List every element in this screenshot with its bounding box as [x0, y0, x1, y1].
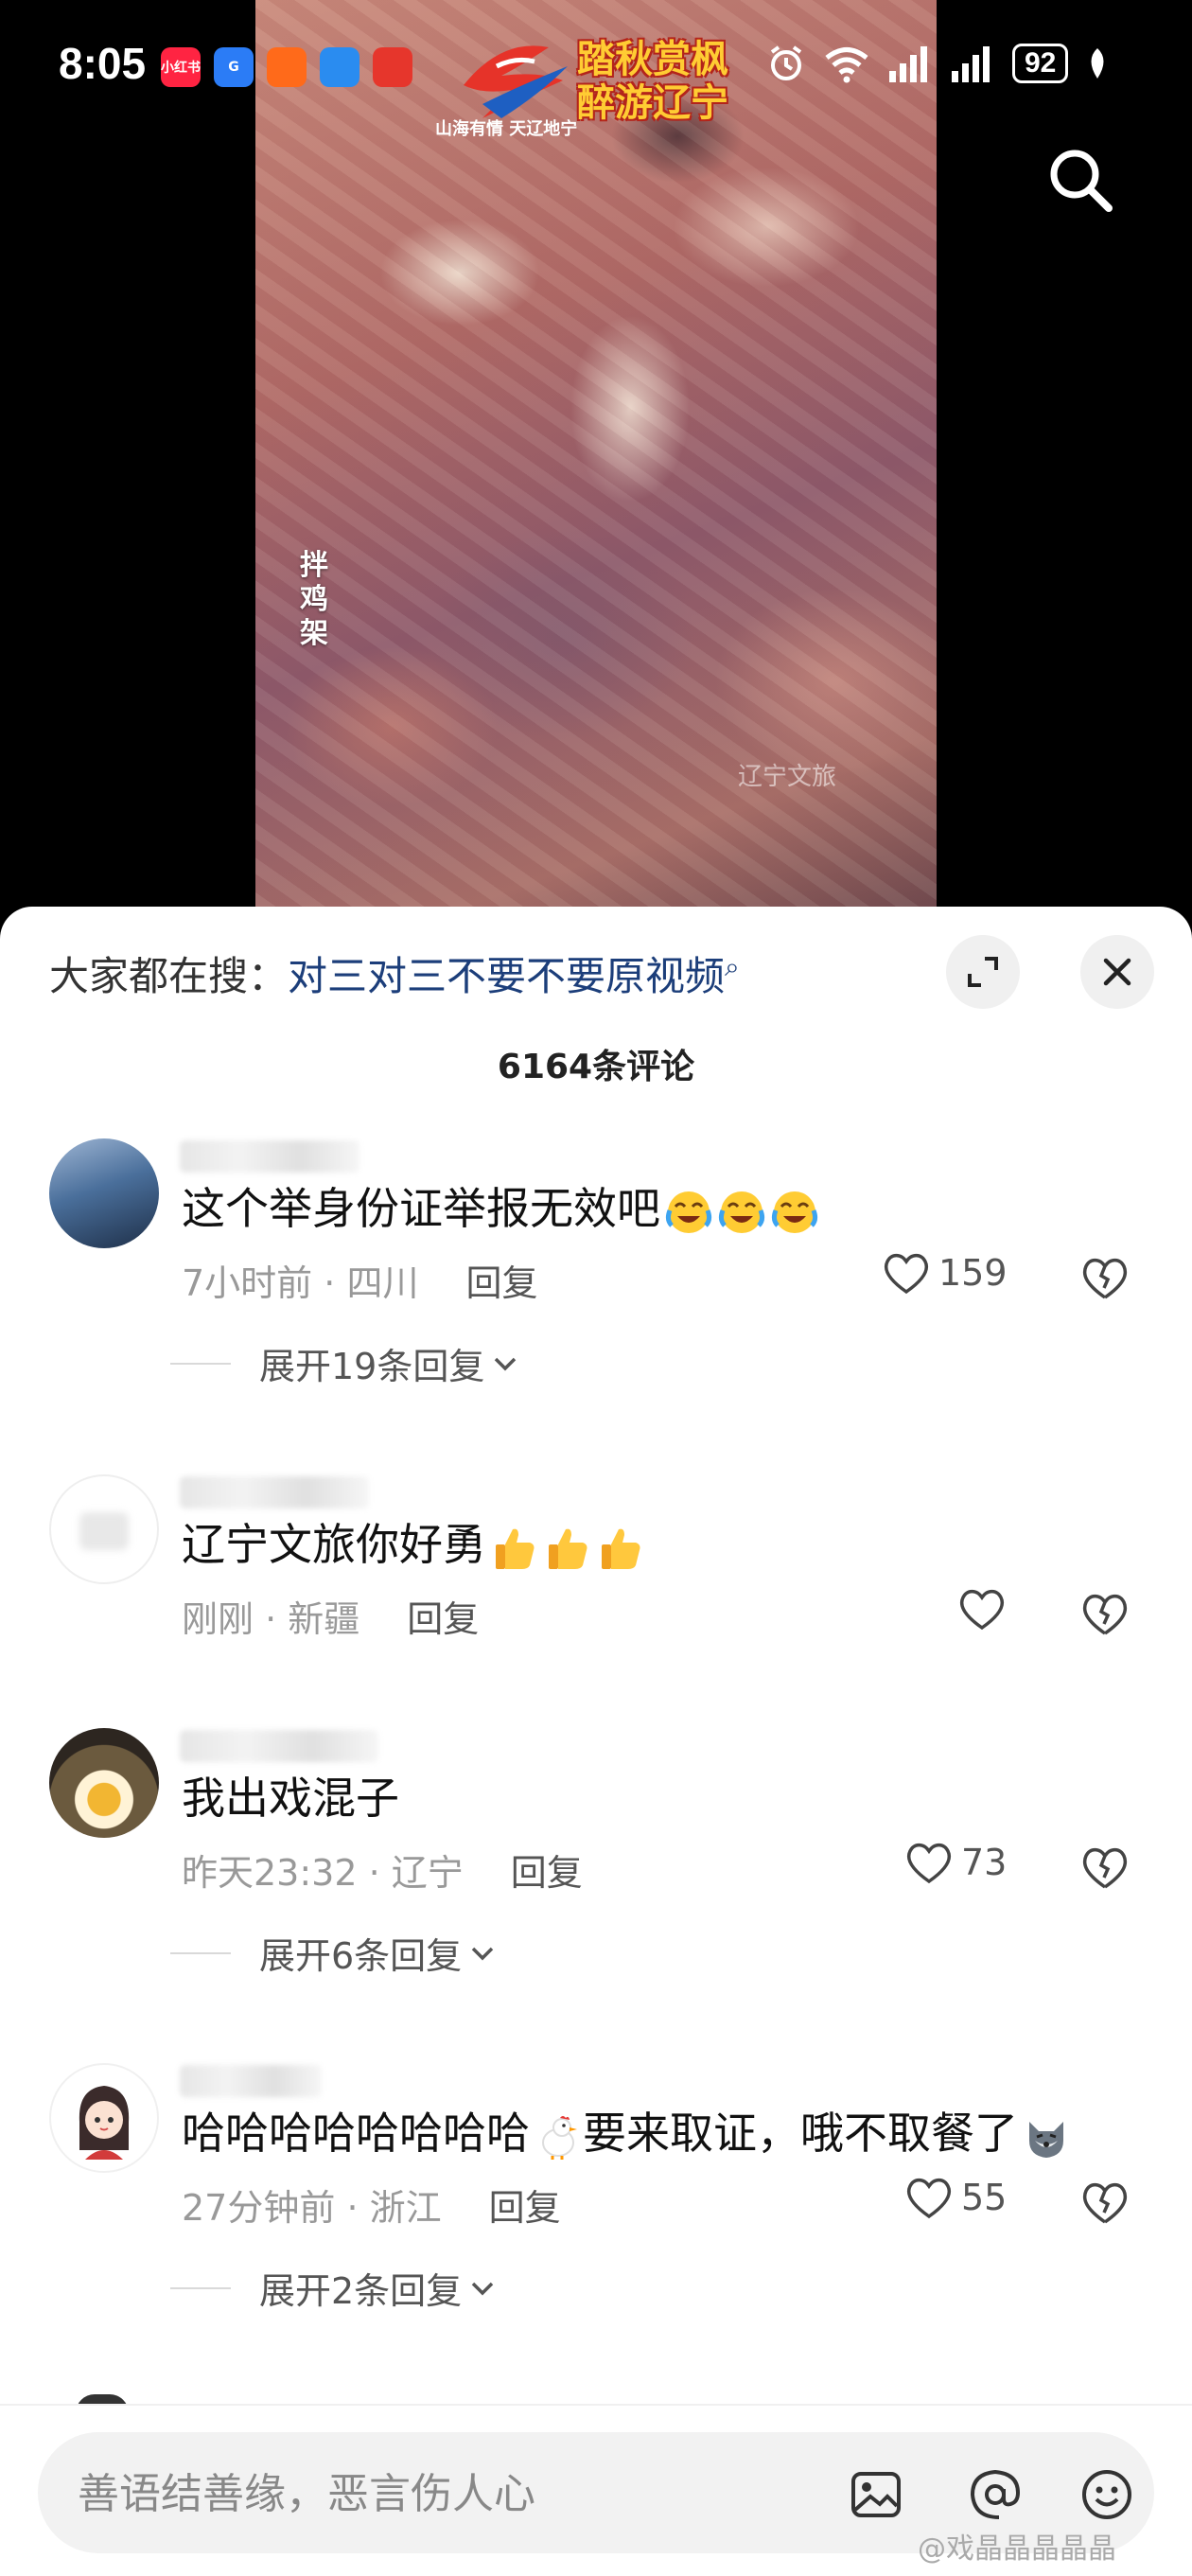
expand-button[interactable] [946, 935, 1020, 1009]
comment-text: 哈哈哈哈哈哈哈哈 要来取证，哦不取餐了 [182, 2099, 1071, 2161]
close-button[interactable] [1080, 935, 1154, 1009]
at-mention-icon[interactable] [967, 2466, 1024, 2523]
broken-heart-icon[interactable] [1078, 1250, 1131, 1303]
notification-app-icons: 小红书 G [161, 47, 412, 87]
divider-line [170, 1362, 231, 1365]
heart-icon [906, 1843, 952, 1884]
hot-search-label: 大家都在搜： [49, 953, 289, 999]
expand-icon [968, 957, 998, 987]
cry-laugh-emoji [770, 1188, 819, 1237]
heart-icon [906, 2178, 952, 2219]
reply-button[interactable]: 回复 [489, 2187, 561, 2229]
thumbs-up-emoji [543, 1524, 592, 1573]
like-count: 159 [938, 1252, 1008, 1294]
comment-time: 27分钟前 [182, 2187, 336, 2229]
broken-heart-icon[interactable] [1078, 2175, 1131, 2228]
reply-button[interactable]: 回复 [511, 1852, 583, 1894]
status-bar: 8:05 小红书 G 92 [0, 0, 1192, 132]
signal-icon-2 [952, 46, 990, 82]
small-search-icon: ⌕ [725, 951, 740, 982]
chevron-down-icon [471, 1947, 494, 1960]
app-g-icon: G [214, 47, 254, 87]
thumbs-up-emoji [490, 1524, 539, 1573]
broken-heart-icon[interactable] [1078, 1586, 1131, 1639]
comment-location: 新疆 [288, 1598, 360, 1640]
thumbs-up-emoji [596, 1524, 645, 1573]
weibo-watermark: @戏晶晶晶晶晶 [918, 2532, 1116, 2566]
hot-search-bar[interactable]: 大家都在搜：对三对三不要不要原视频⌕ [49, 944, 740, 1002]
cry-laugh-emoji-group [660, 1183, 819, 1234]
comment-time: 7小时前 [182, 1262, 313, 1304]
avatar[interactable] [49, 2063, 159, 2173]
reply-button[interactable]: 回复 [407, 1598, 479, 1640]
username-blurred[interactable] [180, 1730, 378, 1762]
like-button[interactable] [957, 1586, 1007, 1632]
wolf-emoji [1022, 2112, 1071, 2161]
xiaohongshu-icon: 小红书 [161, 47, 201, 87]
chicken-emoji [530, 2108, 583, 2161]
like-button[interactable]: 73 [904, 1840, 1007, 1885]
like-count: 73 [961, 1842, 1008, 1883]
comment-time: 刚刚 [182, 1598, 254, 1640]
comment-count: 6164条评论 [497, 1048, 695, 1086]
divider-line [170, 1951, 231, 1954]
gift-icon [373, 47, 412, 87]
comment-meta: 刚刚 · 新疆 回复 [182, 1598, 480, 1640]
like-count: 55 [961, 2177, 1008, 2218]
cry-laugh-emoji [664, 1188, 713, 1237]
comment-meta: 27分钟前 · 浙江 回复 [182, 2187, 561, 2229]
like-button[interactable]: 159 [882, 1250, 1008, 1296]
status-time: 8:05 [59, 39, 147, 88]
wifi-icon [825, 47, 868, 83]
comment-text: 辽宁文旅你好勇 [182, 1510, 645, 1573]
comment-location: 四川 [346, 1262, 419, 1304]
username-blurred[interactable] [180, 1476, 369, 1509]
comment-time: 昨天23:32 [182, 1852, 358, 1894]
signal-icon [889, 46, 927, 82]
comment-location: 浙江 [369, 2187, 442, 2229]
like-button[interactable]: 55 [904, 2175, 1007, 2220]
broken-heart-icon[interactable] [1078, 1840, 1131, 1893]
wolf-emoji [1018, 2108, 1071, 2159]
video-caption: 拌鸡架 [300, 549, 328, 650]
avatar[interactable] [49, 1138, 159, 1248]
avatar[interactable] [49, 1474, 159, 1584]
expand-replies[interactable]: 展开6条回复 [170, 1927, 498, 1979]
username-blurred[interactable] [180, 2065, 322, 2097]
comment-sheet: 大家都在搜：对三对三不要不要原视频⌕ 6164条评论 这个举身份证举报无效吧 7… [0, 907, 1192, 2574]
cloud-icon [320, 47, 359, 87]
avatar[interactable] [49, 1728, 159, 1838]
leaf-icon [1091, 48, 1104, 79]
image-icon[interactable] [848, 2466, 904, 2523]
chevron-down-icon [471, 2282, 494, 2295]
expand-replies[interactable]: 展开19条回复 [170, 1337, 520, 1389]
close-icon [1103, 958, 1131, 986]
divider-line [170, 2286, 231, 2289]
heart-icon [959, 1589, 1005, 1631]
system-icons: 92 [766, 44, 1110, 83]
comment-text: 这个举身份证举报无效吧 [182, 1174, 819, 1237]
battery-indicator: 92 [1012, 44, 1069, 83]
emoji-icon[interactable] [1078, 2466, 1135, 2523]
expand-replies[interactable]: 展开2条回复 [170, 2262, 498, 2314]
heart-icon [884, 1253, 929, 1295]
video-player[interactable]: 拌鸡架 辽宁文旅 山海有情 天辽地宁 踏秋赏枫 醉游辽宁 8:05 小红书G [0, 0, 1192, 909]
reply-button[interactable]: 回复 [465, 1262, 537, 1304]
search-icon[interactable] [1043, 142, 1118, 218]
hot-search-keyword[interactable]: 对三对三不要不要原视频 [288, 953, 725, 999]
thumbs-up-emoji-group [486, 1519, 645, 1570]
comment-input[interactable] [76, 2455, 798, 2532]
chicken-emoji [534, 2112, 583, 2161]
runner-icon [267, 47, 307, 87]
cartoon-girl-avatar [79, 2086, 130, 2160]
cry-laugh-emoji [717, 1188, 766, 1237]
video-watermark: 辽宁文旅 [738, 763, 837, 791]
comment-text: 我出戏混子 [182, 1773, 399, 1824]
chevron-down-icon [495, 1357, 517, 1370]
alarm-icon [770, 45, 802, 80]
username-blurred[interactable] [180, 1140, 359, 1173]
comment-meta: 7小时前 · 四川 回复 [182, 1262, 538, 1304]
comment-meta: 昨天23:32 · 辽宁 回复 [182, 1852, 583, 1894]
comment-location: 辽宁 [391, 1852, 464, 1894]
